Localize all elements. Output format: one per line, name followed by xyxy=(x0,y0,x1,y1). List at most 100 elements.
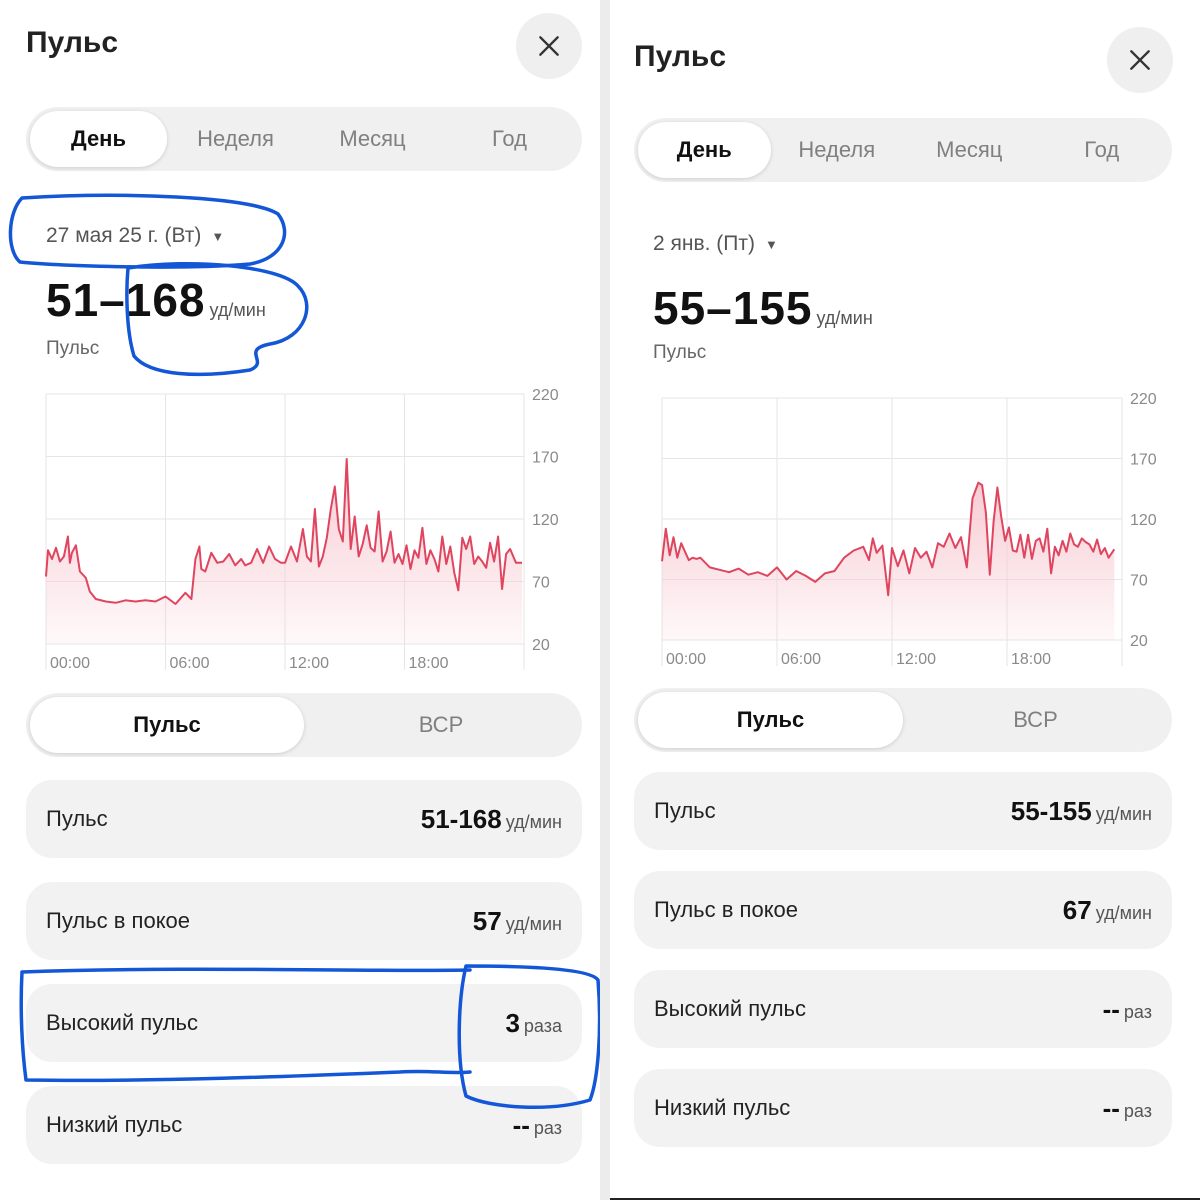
date-label: 27 мая 25 г. (Вт) xyxy=(46,224,202,247)
pulse-range-value: 51–168 xyxy=(46,274,206,326)
tab-year[interactable]: Год xyxy=(1036,122,1169,178)
stat-value: 57 xyxy=(472,905,502,936)
right-panel: Пульс День Неделя Месяц Год 2 янв. (Пт) … xyxy=(610,0,1200,1200)
tab-month[interactable]: Месяц xyxy=(903,122,1036,178)
stat-card-resting[interactable]: Пульс в покое 67 уд/мин xyxy=(634,871,1172,949)
stat-label: Пульс в покое xyxy=(654,897,799,922)
stat-label: Высокий пульс xyxy=(654,996,807,1021)
pulse-range-unit: уд/мин xyxy=(209,300,266,320)
stat-card-high[interactable]: Высокий пульс -- раз xyxy=(634,970,1172,1048)
panel-divider xyxy=(600,0,610,1200)
heart-rate-chart: 220 170 120 70 20 00:00 06:00 12:00 18:00 xyxy=(640,382,1200,682)
stat-card-pulse[interactable]: Пульс 51-168 уд/мин xyxy=(26,780,582,858)
stat-card-low[interactable]: Низкий пульс -- раз xyxy=(634,1069,1172,1147)
stat-label: Пульс в покое xyxy=(46,908,191,933)
stat-value: 51-168 xyxy=(420,803,502,834)
mode-tabs: Пульс ВСР xyxy=(26,693,582,757)
x-tick-label: 06:00 xyxy=(170,655,210,672)
y-tick-label: 220 xyxy=(1130,391,1157,408)
y-tick-label: 20 xyxy=(1130,633,1148,650)
stat-unit: уд/мин xyxy=(505,913,562,934)
tab-month[interactable]: Месяц xyxy=(304,111,441,167)
y-tick-label: 20 xyxy=(532,637,550,654)
left-panel: Пульс День Неделя Месяц Год 27 мая 25 г.… xyxy=(0,0,600,1200)
x-tick-label: 12:00 xyxy=(896,651,936,668)
stat-unit: раз xyxy=(533,1117,562,1138)
stat-label: Пульс xyxy=(46,806,108,831)
tab-hrv[interactable]: ВСР xyxy=(903,692,1168,748)
y-tick-label: 70 xyxy=(1130,573,1148,590)
stat-value-group: 51-168 уд/мин xyxy=(421,804,562,835)
stat-value-group: 57 уд/мин xyxy=(473,906,562,937)
series-area xyxy=(662,482,1115,640)
stat-label: Низкий пульс xyxy=(654,1095,791,1120)
close-icon xyxy=(539,36,559,56)
stat-value-group: -- раз xyxy=(1103,994,1152,1025)
close-button[interactable] xyxy=(1107,27,1173,93)
x-tick-label: 00:00 xyxy=(666,651,706,668)
stat-value: 3 xyxy=(505,1007,520,1038)
pulse-range-label: Пульс xyxy=(653,342,707,363)
stat-value: -- xyxy=(512,1109,530,1140)
page-title: Пульс xyxy=(634,40,727,73)
tab-hrv[interactable]: ВСР xyxy=(304,697,578,753)
stat-value-group: 55-155 уд/мин xyxy=(1011,796,1152,827)
caret-down-icon: ▼ xyxy=(765,236,778,252)
x-tick-label: 18:00 xyxy=(1011,651,1051,668)
x-tick-label: 12:00 xyxy=(289,655,329,672)
stat-card-pulse[interactable]: Пульс 55-155 уд/мин xyxy=(634,772,1172,850)
period-tabs: День Неделя Месяц Год xyxy=(634,118,1172,182)
x-tick-label: 18:00 xyxy=(409,655,449,672)
pulse-range-value: 55–155 xyxy=(653,282,813,334)
stat-value: -- xyxy=(1102,1092,1120,1123)
period-tabs: День Неделя Месяц Год xyxy=(26,107,582,171)
tab-year[interactable]: Год xyxy=(441,111,578,167)
pulse-range: 51–168 уд/мин xyxy=(46,273,266,327)
mode-tabs: Пульс ВСР xyxy=(634,688,1172,752)
caret-down-icon: ▼ xyxy=(211,228,225,244)
chart-svg: 220 170 120 70 20 00:00 06:00 12:00 18:00 xyxy=(661,391,1157,668)
x-tick-label: 00:00 xyxy=(50,655,90,672)
stat-value: 67 xyxy=(1062,894,1092,925)
page-title: Пульс xyxy=(26,26,119,59)
y-tick-label: 120 xyxy=(532,512,559,529)
stat-unit: раз xyxy=(1123,1100,1152,1121)
stat-unit: уд/мин xyxy=(1095,803,1152,824)
stat-value: -- xyxy=(1102,993,1120,1024)
tab-week[interactable]: Неделя xyxy=(771,122,904,178)
stat-unit: раза xyxy=(523,1015,562,1036)
tab-day[interactable]: День xyxy=(30,111,167,167)
stat-label: Низкий пульс xyxy=(46,1112,183,1137)
stat-unit: уд/мин xyxy=(505,811,562,832)
stat-card-low[interactable]: Низкий пульс -- раз xyxy=(26,1086,582,1164)
stat-card-high[interactable]: Высокий пульс 3 раза xyxy=(26,984,582,1062)
stat-value-group: 3 раза xyxy=(505,1008,562,1039)
tab-day[interactable]: День xyxy=(638,122,771,178)
stat-value-group: -- раз xyxy=(513,1110,562,1141)
stat-label: Пульс xyxy=(654,798,716,823)
tab-pulse[interactable]: Пульс xyxy=(638,692,903,748)
close-button[interactable] xyxy=(516,13,582,79)
stat-unit: раз xyxy=(1123,1001,1152,1022)
pulse-range-label: Пульс xyxy=(46,338,100,359)
x-tick-label: 06:00 xyxy=(781,651,821,668)
tab-pulse[interactable]: Пульс xyxy=(30,697,304,753)
stat-value-group: 67 уд/мин xyxy=(1063,895,1152,926)
heart-rate-chart: 220 170 120 70 20 00:00 06:00 12:00 18:00 xyxy=(30,380,600,680)
y-tick-label: 170 xyxy=(1130,452,1157,469)
y-tick-label: 70 xyxy=(532,575,550,592)
stat-label: Высокий пульс xyxy=(46,1010,199,1035)
stat-card-resting[interactable]: Пульс в покое 57 уд/мин xyxy=(26,882,582,960)
date-label: 2 янв. (Пт) xyxy=(653,232,756,255)
y-tick-label: 220 xyxy=(532,387,559,404)
stat-value: 55-155 xyxy=(1010,795,1092,826)
stat-unit: уд/мин xyxy=(1095,902,1152,923)
stat-value-group: -- раз xyxy=(1103,1093,1152,1124)
close-icon xyxy=(1130,50,1150,70)
date-selector[interactable]: 27 мая 25 г. (Вт) ▼ xyxy=(46,224,224,248)
chart-svg: 220 170 120 70 20 00:00 06:00 12:00 18:00 xyxy=(45,387,559,672)
pulse-range-unit: уд/мин xyxy=(816,308,873,328)
pulse-range: 55–155 уд/мин xyxy=(653,281,873,335)
date-selector[interactable]: 2 янв. (Пт) ▼ xyxy=(653,232,778,256)
tab-week[interactable]: Неделя xyxy=(167,111,304,167)
